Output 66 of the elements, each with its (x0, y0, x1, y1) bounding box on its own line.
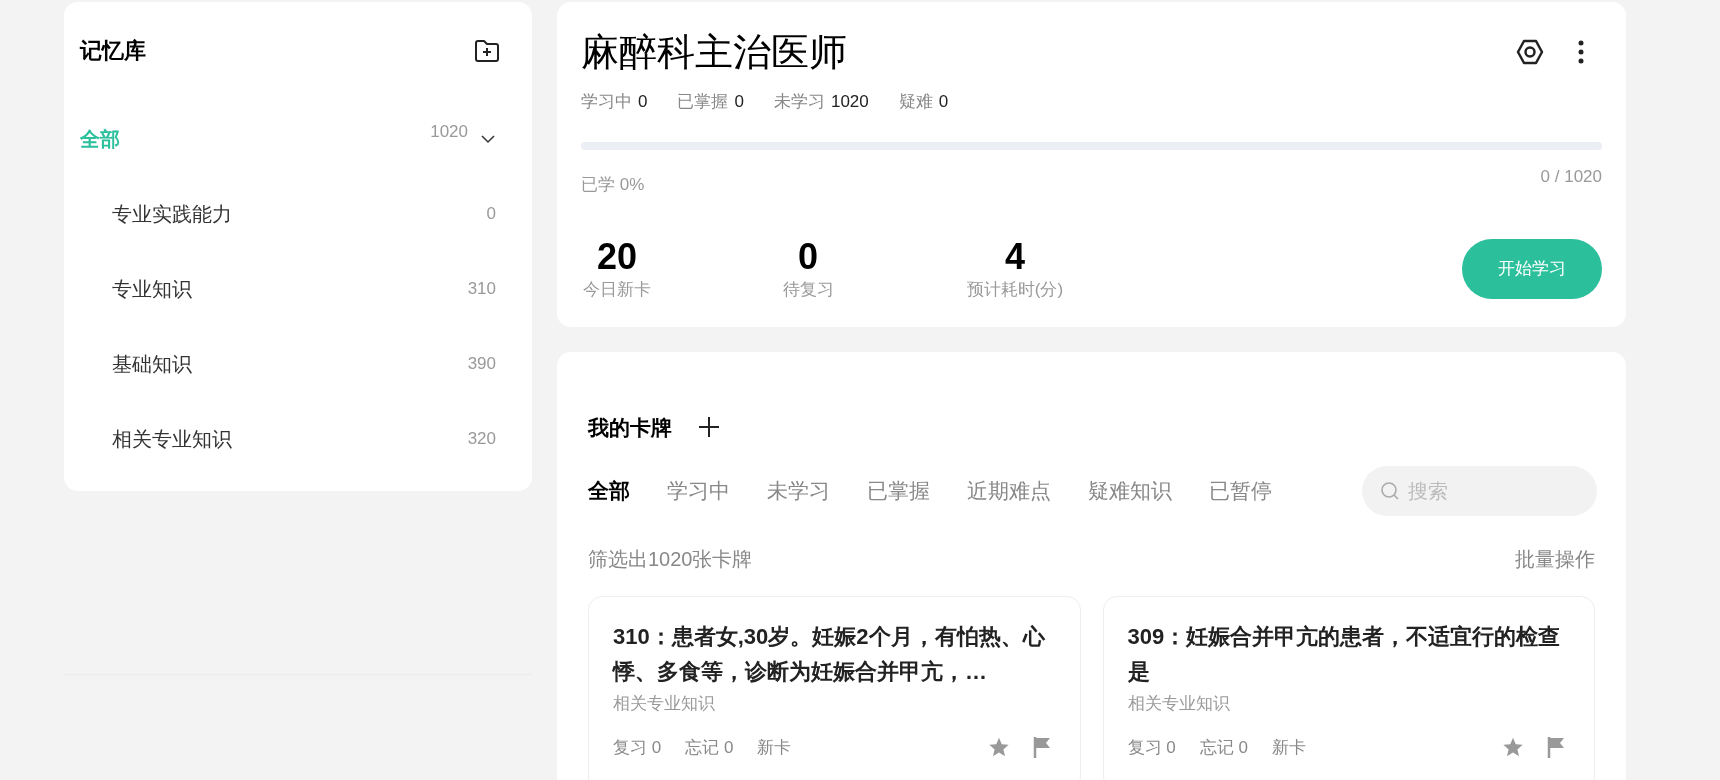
flag-icon[interactable] (1546, 736, 1566, 759)
summary-label: 今日新卡 (583, 279, 651, 301)
card-category: 相关专业知识 (613, 693, 716, 715)
summary-value: 20 (596, 237, 637, 277)
filter-summary: 筛选出1020张卡牌 (588, 547, 753, 572)
stat-label: 未学习 (773, 91, 825, 113)
category-label: 专业实践能力 (112, 201, 232, 227)
stat-label: 已掌握 (677, 91, 729, 113)
stat-value: 0 (734, 91, 744, 113)
stat-label: 疑难 (898, 91, 933, 113)
flashcard[interactable]: 310：患者女,30岁。妊娠2个月，有怕热、心悸、多食等，诊断为妊娠合并甲亢，… 相关专业知识 复习 0 忘记 0 新卡 (588, 596, 1081, 780)
status-label: 新卡 (1271, 736, 1306, 759)
cards-title: 我的卡牌 (588, 414, 672, 441)
flag-icon[interactable] (1031, 736, 1052, 759)
card-question: 310：患者女,30岁。妊娠2个月，有怕热、心悸、多食等，诊断为妊娠合并甲亢，… (613, 623, 1046, 686)
category-count: 320 (467, 427, 496, 450)
star-icon[interactable] (1502, 736, 1524, 759)
review-count: 复习 0 (613, 736, 662, 759)
category-item[interactable]: 相关专业知识 320 (64, 401, 532, 476)
summary-label: 待复习 (782, 279, 834, 301)
stat-value: 0 (938, 91, 949, 113)
category-count: 310 (467, 277, 496, 300)
category-count: 0 (486, 202, 496, 225)
stat-value: 0 (638, 91, 648, 113)
batch-action-link[interactable]: 批量操作 (1515, 544, 1595, 574)
forget-count: 忘记 0 (685, 736, 734, 759)
card-category: 相关专业知识 (1127, 693, 1231, 715)
category-label: 全部 (80, 126, 120, 152)
chevron-icon[interactable] (480, 133, 496, 144)
filter-tab[interactable]: 未学习 (767, 475, 830, 507)
flashcard[interactable]: 309：妊娠合并甲亢的患者，不适宜行的检查是 相关专业知识 复习 0 忘记 0 新卡 (1102, 596, 1595, 780)
progress-reading: 0 / 1020 (1540, 165, 1602, 188)
category-item[interactable]: 基础知识 390 (64, 326, 532, 401)
folder-add-icon[interactable] (474, 38, 500, 63)
review-count: 复习 0 (1127, 736, 1176, 759)
category-label: 专业知识 (112, 276, 192, 302)
status-label: 新卡 (757, 736, 792, 759)
category-count: 1020 (430, 120, 468, 143)
filter-tab[interactable]: 学习中 (667, 475, 730, 507)
summary-label: 预计耗时(分) (966, 279, 1064, 301)
search-icon (1380, 481, 1400, 501)
category-item[interactable]: 专业实践能力 0 (64, 176, 532, 251)
category-item[interactable]: 全部 1020 (64, 101, 532, 176)
stat-label: 学习中 (581, 91, 632, 113)
filter-tab[interactable]: 已掌握 (867, 475, 930, 507)
filter-tab[interactable]: 近期难点 (967, 475, 1051, 507)
more-icon[interactable] (1578, 40, 1584, 64)
hexagon-settings-icon[interactable] (1516, 38, 1544, 66)
summary-value: 0 (798, 237, 818, 277)
star-icon[interactable] (987, 736, 1010, 759)
start-study-button[interactable]: 开始学习 (1462, 238, 1602, 299)
add-icon[interactable] (698, 416, 720, 439)
summary-value: 4 (1005, 237, 1025, 277)
category-label: 相关专业知识 (112, 426, 232, 452)
category-count: 390 (467, 352, 496, 375)
filter-tab[interactable]: 已暂停 (1209, 475, 1272, 507)
category-item[interactable]: 专业知识 310 (64, 251, 532, 326)
progress-label: 已学 0% (581, 173, 645, 196)
forget-count: 忘记 0 (1199, 736, 1248, 759)
filter-tab[interactable]: 全部 (588, 475, 630, 507)
deck-title: 麻醉科主治医师 (581, 30, 847, 75)
category-label: 基础知识 (112, 351, 192, 377)
card-question: 309：妊娠合并甲亢的患者，不适宜行的检查是 (1127, 623, 1562, 686)
library-title: 记忆库 (80, 37, 146, 65)
stat-value: 1020 (830, 91, 869, 113)
filter-tab[interactable]: 疑难知识 (1088, 475, 1172, 507)
